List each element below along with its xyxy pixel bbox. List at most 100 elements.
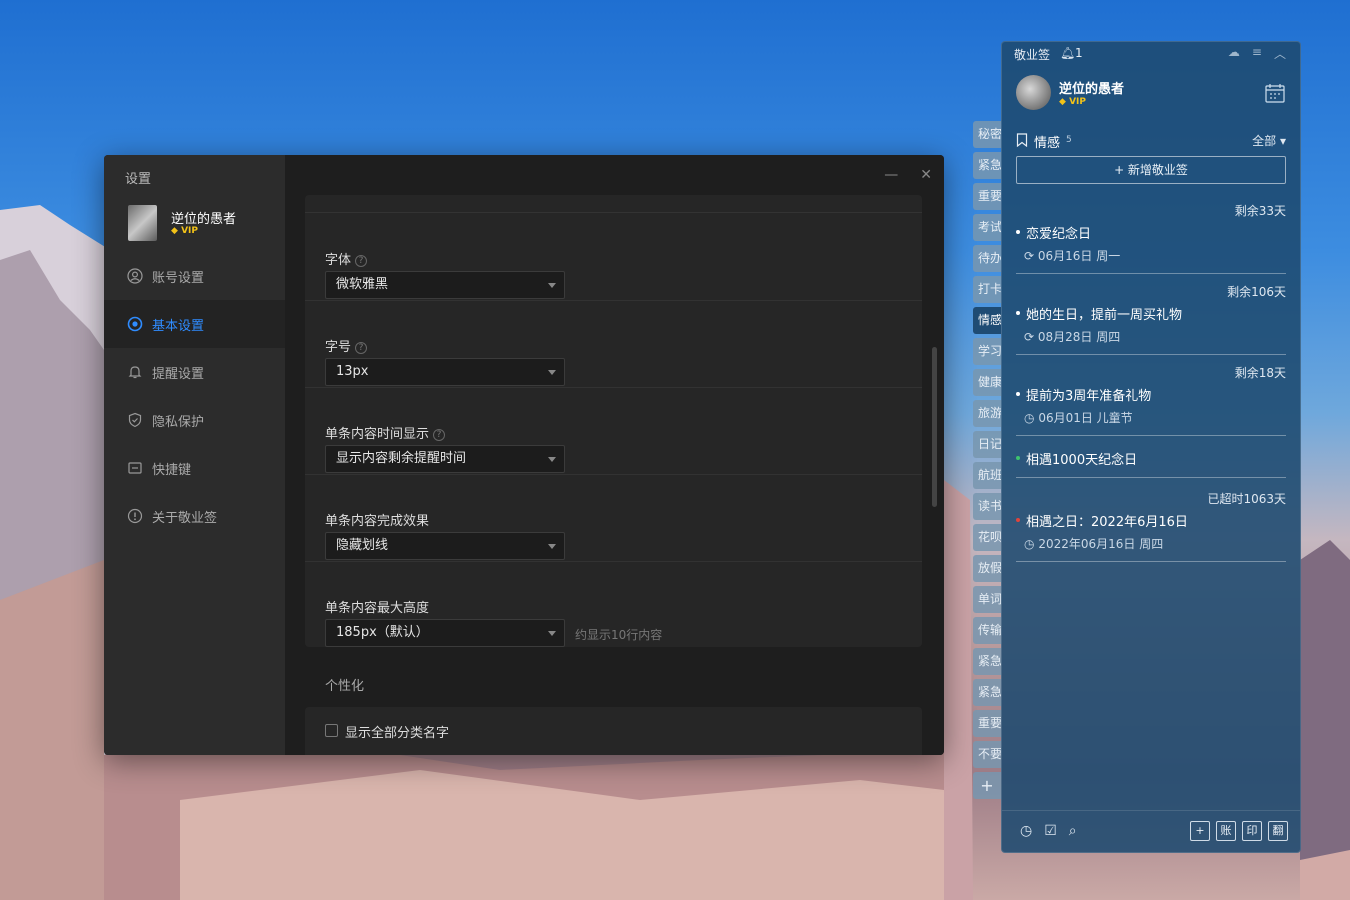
add-note-button[interactable]: + 新增敬业签: [1016, 156, 1286, 184]
note-item[interactable]: 已超时1063天 相遇之日：2022年6月16日 ◷ 2022年06月16日 周四: [1016, 490, 1286, 562]
minimize-button[interactable]: —: [884, 167, 898, 183]
category-tab[interactable]: 秘密: [973, 121, 1001, 148]
add-icon[interactable]: +: [1190, 821, 1210, 841]
show-all-category-names-row: 显示全部分类名字: [305, 707, 922, 755]
note-item[interactable]: 剩余106天 她的生日，提前一周买礼物 ⟳ 08月28日 周四: [1016, 283, 1286, 355]
translate-icon[interactable]: 翻: [1268, 821, 1288, 841]
vip-badge: ◆ VIP: [171, 226, 198, 236]
category-tab[interactable]: 考试: [973, 214, 1001, 241]
setting-row-font: 字体? 微软雅黑: [305, 214, 922, 301]
print-icon[interactable]: 印: [1242, 821, 1262, 841]
sidebar-profile[interactable]: 逆位的愚者 ◆ VIP: [128, 205, 278, 245]
notification-bell-icon[interactable]: 🔔︎: [1060, 46, 1075, 60]
max-height-hint: 约显示10行内容: [575, 628, 663, 642]
collapse-icon[interactable]: ︿: [1274, 45, 1286, 62]
diamond-icon: ◆: [1059, 97, 1066, 107]
chevron-down-icon: [548, 370, 556, 375]
menu-icon[interactable]: ≡: [1252, 45, 1262, 62]
nav-reminder-settings[interactable]: 提醒设置: [104, 348, 285, 396]
notes-profile[interactable]: 逆位的愚者 ◆ VIP: [1016, 75, 1276, 115]
username: 逆位的愚者: [1059, 82, 1125, 97]
time-display-select[interactable]: 显示内容剩余提醒时间: [325, 445, 565, 473]
category-tab[interactable]: 放假: [973, 555, 1001, 582]
nav-shortcuts[interactable]: 快捷键: [104, 444, 285, 492]
max-height-select[interactable]: 185px（默认）: [325, 619, 565, 647]
account-icon[interactable]: 账: [1216, 821, 1236, 841]
add-category-button[interactable]: +: [973, 772, 1001, 799]
nav-basic-settings[interactable]: 基本设置: [104, 300, 285, 348]
nav-privacy[interactable]: 隐私保护: [104, 396, 285, 444]
note-date: 2022年06月16日 周四: [1038, 537, 1164, 551]
category-tab[interactable]: 情感: [973, 307, 1001, 334]
setting-row-time-display: 单条内容时间显示? 显示内容剩余提醒时间: [305, 388, 922, 475]
notes-panel: 敬业签 🔔︎ 1 ☁ ≡ ︿ 逆位的愚者 ◆ VIP 情感 5 全部 ▾ + 新…: [1001, 41, 1301, 853]
category-tab[interactable]: 紧急: [973, 648, 1001, 675]
note-title: 相遇1000天纪念日: [1026, 453, 1138, 468]
category-tab[interactable]: 紧急: [973, 679, 1001, 706]
setting-row-complete-effect: 单条内容完成效果 隐藏划线: [305, 475, 922, 562]
note-item[interactable]: 相遇1000天纪念日: [1016, 436, 1286, 478]
help-icon[interactable]: ?: [355, 254, 368, 267]
nav-account-settings[interactable]: 账号设置: [104, 252, 285, 300]
category-tab[interactable]: 传输: [973, 617, 1001, 644]
done-box-icon[interactable]: ☑: [1044, 823, 1057, 839]
category-tab[interactable]: 重要: [973, 183, 1001, 210]
category-tab[interactable]: 待办: [973, 245, 1001, 272]
category-tab[interactable]: 重要: [973, 710, 1001, 737]
category-tab[interactable]: 航班: [973, 462, 1001, 489]
note-item[interactable]: 剩余18天 提前为3周年准备礼物 ◷ 06月01日 儿童节: [1016, 364, 1286, 436]
font-size-select[interactable]: 13px: [325, 358, 565, 386]
caret-down-icon: ▾: [1279, 134, 1286, 148]
category-count: 5: [1066, 135, 1072, 145]
note-item[interactable]: 剩余33天 恋爱纪念日 ⟳ 06月16日 周一: [1016, 202, 1286, 274]
complete-effect-select[interactable]: 隐藏划线: [325, 532, 565, 560]
avatar: [128, 205, 157, 241]
personalize-title: 个性化: [325, 679, 365, 694]
status-dot: [1016, 311, 1020, 315]
shield-icon: [126, 411, 144, 429]
font-select[interactable]: 微软雅黑: [325, 271, 565, 299]
vip-badge: ◆ VIP: [1059, 97, 1086, 107]
help-icon[interactable]: ?: [433, 428, 446, 441]
category-tab[interactable]: 旅游: [973, 400, 1001, 427]
setting-row-font-size: 字号? 13px: [305, 301, 922, 388]
help-icon[interactable]: ?: [355, 341, 368, 354]
settings-window: 设置 逆位的愚者 ◆ VIP 账号设置 基本设置 提醒设置 隐私保护 快捷键 关…: [104, 155, 944, 755]
scrollbar[interactable]: [932, 347, 937, 507]
remaining-days: 剩余33天: [1234, 204, 1286, 218]
diamond-icon: ◆: [171, 226, 178, 236]
filter-dropdown[interactable]: 全部 ▾: [1252, 132, 1286, 149]
category-tab[interactable]: 单词: [973, 586, 1001, 613]
show-all-category-names-checkbox[interactable]: [325, 724, 338, 737]
category-tab[interactable]: 读书: [973, 493, 1001, 520]
category-tab[interactable]: 花呗: [973, 524, 1001, 551]
note-title: 她的生日，提前一周买礼物: [1026, 308, 1183, 323]
setting-row-max-height: 单条内容最大高度 185px（默认） 约显示10行内容: [305, 562, 922, 649]
category-tab[interactable]: 健康: [973, 369, 1001, 396]
avatar: [1016, 75, 1051, 110]
category-tab[interactable]: 日记: [973, 431, 1001, 458]
category-tab[interactable]: 紧急: [973, 152, 1001, 179]
note-title: 提前为3周年准备礼物: [1026, 389, 1152, 404]
category-tab[interactable]: 打卡: [973, 276, 1001, 303]
chevron-down-icon: [548, 283, 556, 288]
note-date: 06月01日 儿童节: [1038, 411, 1133, 425]
calendar-icon[interactable]: [1264, 82, 1286, 108]
clock-icon: ◷: [1024, 537, 1035, 551]
bookmark-icon: [1016, 133, 1028, 151]
user-circle-icon: [126, 267, 144, 285]
remaining-days: 已超时1063天: [1207, 492, 1286, 506]
close-button[interactable]: ✕: [920, 167, 932, 183]
keyboard-icon: [126, 459, 144, 477]
history-clock-icon[interactable]: ◷: [1020, 823, 1032, 839]
repeat-icon: ⟳: [1024, 249, 1035, 263]
category-tab[interactable]: 不要: [973, 741, 1001, 768]
search-icon[interactable]: ⌕: [1069, 823, 1077, 839]
clock-icon: ◷: [1024, 411, 1035, 425]
settings-content: — ✕ 字体? 微软雅黑 字号? 13px 单条内容时间显示? 显示内容剩余提醒…: [285, 155, 944, 755]
nav-about[interactable]: 关于敬业签: [104, 492, 285, 540]
category-name: 情感: [1034, 136, 1061, 151]
category-tab[interactable]: 学习: [973, 338, 1001, 365]
cloud-sync-icon[interactable]: ☁: [1228, 45, 1240, 62]
repeat-icon: ⟳: [1024, 330, 1035, 344]
